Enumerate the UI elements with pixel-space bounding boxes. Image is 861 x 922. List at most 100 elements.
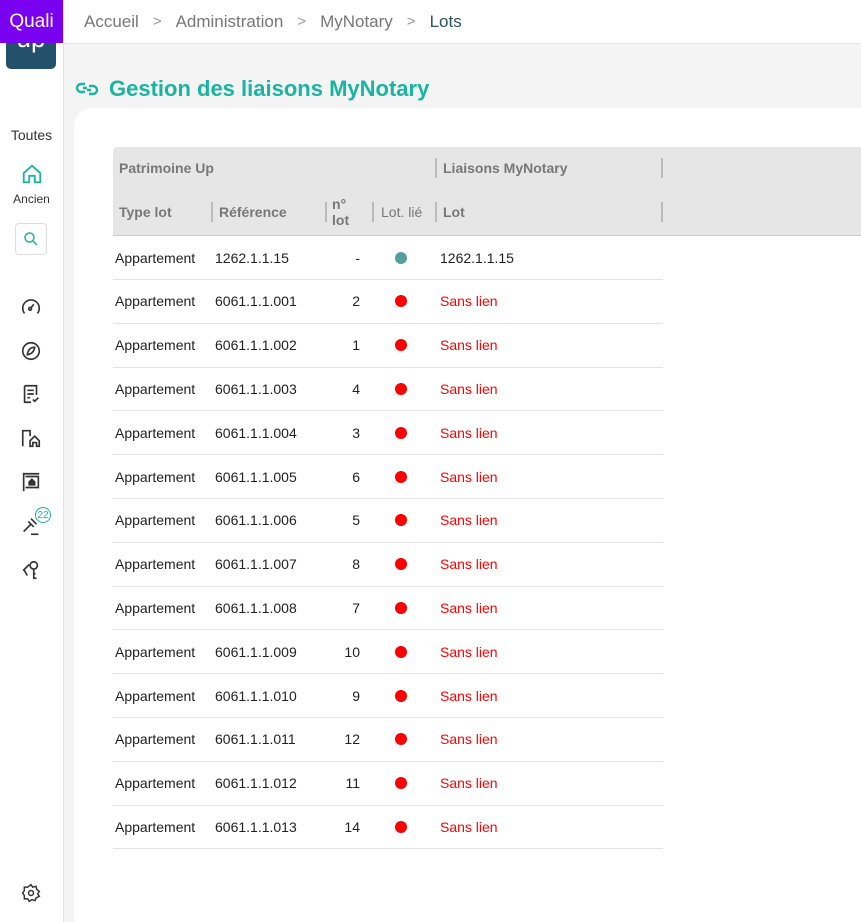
cell-reference: 6061.1.1.008 [215, 599, 297, 616]
table-row[interactable]: Appartement 1262.1.1.15 - 1262.1.1.15 [113, 236, 663, 280]
table-row[interactable]: Appartement 6061.1.1.007 8 Sans lien [113, 543, 663, 587]
table-row[interactable]: Appartement 6061.1.1.002 1 Sans lien [113, 324, 663, 368]
table-row[interactable]: Appartement 6061.1.1.013 14 Sans lien [113, 805, 663, 850]
checklist-icon[interactable] [20, 383, 42, 405]
cell-reference: 6061.1.1.013 [215, 818, 297, 835]
cell-type-lot: Appartement [115, 468, 196, 485]
cell-reference: 6061.1.1.011 [215, 731, 296, 748]
cell-lot[interactable]: Sans lien [440, 512, 498, 528]
cell-reference: 6061.1.1.003 [215, 380, 297, 397]
col-lot-lie[interactable]: Lot. lié [381, 204, 422, 220]
cell-type-lot: Appartement [115, 380, 196, 397]
home-label: Ancien [13, 192, 50, 206]
cell-numero-lot: 8 [352, 556, 360, 573]
cell-lot[interactable]: Sans lien [440, 600, 498, 616]
cell-lot[interactable]: Sans lien [440, 425, 498, 441]
cell-lot[interactable]: Sans lien [440, 469, 498, 485]
cell-type-lot: Appartement [115, 687, 196, 704]
buildings-home-icon[interactable] [20, 427, 42, 449]
chevron-right-icon: > [406, 13, 416, 30]
col-reference[interactable]: Référence [219, 204, 287, 220]
cell-numero-lot: 14 [344, 818, 360, 835]
cell-numero-lot: 1 [352, 337, 360, 354]
cell-reference: 6061.1.1.006 [215, 512, 297, 529]
breadcrumb-accueil[interactable]: Accueil [84, 12, 139, 32]
cell-numero-lot: 7 [352, 599, 360, 616]
cell-type-lot: Appartement [115, 293, 196, 310]
cell-type-lot: Appartement [115, 731, 196, 748]
cell-reference: 6061.1.1.009 [215, 643, 297, 660]
table-header: Patrimoine Up Liaisons MyNotary Type lot… [113, 147, 861, 236]
link-status-dot [395, 820, 407, 833]
cell-numero-lot: 6 [352, 468, 360, 485]
cell-numero-lot: 10 [344, 643, 360, 660]
cell-reference: 6061.1.1.012 [215, 775, 297, 792]
table-row[interactable]: Appartement 6061.1.1.004 3 Sans lien [113, 411, 663, 456]
cell-type-lot: Appartement [115, 775, 196, 792]
link-status-dot [395, 426, 407, 439]
table-row[interactable]: Appartement 6061.1.1.006 5 Sans lien [113, 499, 663, 543]
link-status-dot [395, 601, 407, 614]
cell-numero-lot: - [355, 249, 360, 266]
col-type-lot[interactable]: Type lot [119, 204, 172, 220]
table-row[interactable]: Appartement 6061.1.1.008 7 Sans lien [113, 586, 663, 631]
gauge-icon[interactable] [20, 296, 42, 318]
cell-numero-lot: 12 [344, 731, 360, 748]
table-row[interactable]: Appartement 6061.1.1.001 2 Sans lien [113, 280, 663, 324]
breadcrumb-lots: Lots [429, 11, 462, 31]
link-status-dot [395, 689, 407, 702]
chevron-right-icon: > [152, 13, 162, 30]
col-lot[interactable]: Lot [443, 204, 465, 220]
col-numero-lot[interactable]: n° lot [332, 196, 358, 228]
gear-icon[interactable] [21, 883, 41, 903]
compass-icon[interactable] [20, 340, 42, 362]
cell-type-lot: Appartement [115, 249, 196, 266]
cell-reference: 6061.1.1.010 [215, 687, 297, 704]
cell-lot: 1262.1.1.15 [440, 249, 514, 266]
sidebar-item-home[interactable]: Ancien [0, 163, 63, 206]
link-status-dot [395, 339, 407, 352]
cell-numero-lot: 4 [352, 380, 360, 397]
cell-numero-lot: 9 [352, 687, 360, 704]
breadcrumb-mynotary[interactable]: MyNotary [320, 12, 393, 32]
search-button[interactable] [15, 223, 47, 255]
cell-lot[interactable]: Sans lien [440, 556, 498, 572]
cell-lot[interactable]: Sans lien [440, 819, 498, 835]
cell-lot[interactable]: Sans lien [440, 688, 498, 704]
cell-type-lot: Appartement [115, 556, 196, 573]
link-icon [75, 82, 99, 96]
cell-type-lot: Appartement [115, 643, 196, 660]
link-status-dot [395, 733, 407, 746]
table-row[interactable]: Appartement 6061.1.1.009 10 Sans lien [113, 630, 663, 675]
cell-numero-lot: 5 [352, 512, 360, 529]
cell-lot[interactable]: Sans lien [440, 775, 498, 791]
cell-lot[interactable]: Sans lien [440, 293, 498, 309]
sidebar: up Toutes Ancien 22 [0, 0, 64, 922]
table-row[interactable]: Appartement 6061.1.1.003 4 Sans lien [113, 367, 663, 412]
scope-selector[interactable]: Toutes [0, 127, 63, 143]
cell-lot[interactable]: Sans lien [440, 644, 498, 660]
link-status-dot [395, 382, 407, 395]
table-row[interactable]: Appartement 6061.1.1.011 12 Sans lien [113, 718, 663, 762]
table-row[interactable]: Appartement 6061.1.1.010 9 Sans lien [113, 674, 663, 718]
table-row[interactable]: Appartement 6061.1.1.012 11 Sans lien [113, 762, 663, 806]
cell-type-lot: Appartement [115, 337, 196, 354]
link-status-dot [395, 295, 407, 308]
cell-lot[interactable]: Sans lien [440, 381, 498, 397]
notification-badge: 22 [35, 507, 51, 523]
cell-type-lot: Appartement [115, 599, 196, 616]
cell-reference: 6061.1.1.004 [215, 424, 297, 441]
link-status-dot [395, 470, 407, 483]
table-row[interactable]: Appartement 6061.1.1.005 6 Sans lien [113, 455, 663, 499]
link-status-dot [395, 777, 407, 790]
keys-icon[interactable] [20, 559, 42, 581]
breadcrumb-administration[interactable]: Administration [176, 12, 284, 32]
sign-board-icon[interactable] [20, 471, 42, 493]
cell-lot[interactable]: Sans lien [440, 337, 498, 353]
breadcrumb: Accueil > Administration > MyNotary > Lots [64, 0, 861, 44]
link-status-dot [395, 514, 407, 527]
group-patrimoine-up: Patrimoine Up [119, 160, 214, 176]
cell-lot[interactable]: Sans lien [440, 731, 498, 747]
cell-type-lot: Appartement [115, 818, 196, 835]
search-icon [24, 232, 38, 246]
